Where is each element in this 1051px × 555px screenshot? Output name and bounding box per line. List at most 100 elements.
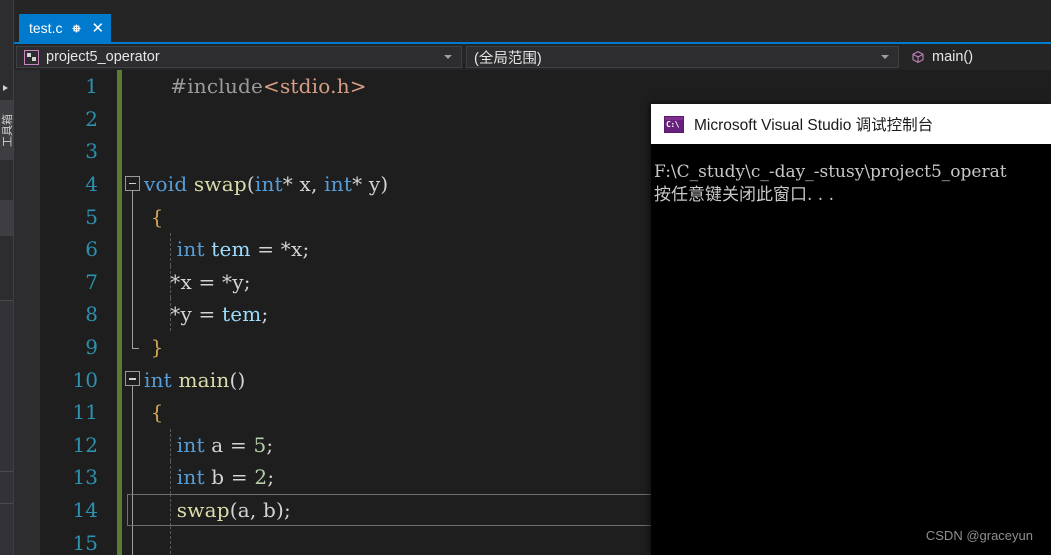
token: * [352, 172, 369, 197]
code-line-text: swap(a, b); [144, 498, 291, 522]
fold-column[interactable] [122, 265, 144, 299]
fold-collapse-icon[interactable] [125, 371, 140, 387]
token: x [180, 269, 192, 294]
tab-strip: test.c ✕ [14, 0, 1051, 42]
token: () [229, 367, 246, 392]
token: ; [243, 269, 251, 294]
chevron-down-icon[interactable] [444, 55, 452, 59]
code-line-text: void swap(int* x, int* y) [144, 172, 388, 196]
fold-column[interactable] [122, 461, 144, 494]
vertical-tool-tab-secondary[interactable] [0, 200, 13, 236]
token: = [223, 432, 254, 457]
token: b [262, 498, 276, 523]
pin-icon[interactable] [70, 22, 83, 35]
navigation-bar: project5_operator (全局范围) main() [14, 42, 1051, 70]
fold-guide-line [132, 493, 133, 527]
fold-guide-line [132, 232, 133, 266]
fold-column[interactable] [122, 70, 144, 103]
line-number: 10 [72, 367, 98, 392]
fold-column[interactable] [122, 330, 144, 364]
watermark: CSDN @graceyun [925, 528, 1033, 543]
token: { [150, 204, 164, 229]
project-dropdown[interactable]: project5_operator [16, 46, 462, 68]
token: #include [170, 74, 263, 99]
fold-column[interactable] [122, 168, 144, 201]
scope-name: (全局范围) [474, 50, 542, 67]
token: a [237, 498, 250, 523]
token: } [150, 335, 164, 360]
member-dropdown[interactable]: main() [903, 46, 1049, 68]
token: swap [193, 172, 247, 197]
line-number: 2 [85, 106, 98, 131]
fold-column[interactable] [122, 135, 144, 168]
console-app-icon [664, 115, 684, 133]
fold-guide-line [132, 428, 133, 462]
fold-guide-line [132, 200, 133, 233]
fold-column[interactable] [122, 363, 144, 396]
chevron-right-icon[interactable] [3, 85, 8, 91]
chevron-down-icon[interactable] [881, 55, 889, 59]
indent-guide [170, 493, 171, 527]
token: = [191, 302, 223, 327]
fold-column[interactable] [122, 526, 144, 555]
fold-guide-line [132, 526, 133, 555]
fold-column[interactable] [122, 232, 144, 266]
line-number: 4 [85, 172, 98, 197]
project-name: project5_operator [46, 49, 160, 65]
divider [0, 503, 13, 504]
code-line[interactable]: 1 #include<stdio.h> [14, 70, 1051, 103]
token: b [211, 465, 225, 490]
method-cube-icon [911, 50, 925, 64]
code-line-text: int tem = *x; [144, 237, 309, 261]
token: int [144, 367, 172, 392]
token: void [144, 172, 188, 197]
fold-column[interactable] [122, 200, 144, 233]
indent-guide [170, 298, 171, 331]
token: ; [266, 432, 274, 457]
vs-editor-window: 工具箱 test.c ✕ project5_operator (全局范围) ma… [0, 0, 1051, 555]
token: x [291, 237, 303, 262]
token: * [144, 302, 181, 327]
member-name: main() [932, 49, 974, 65]
fold-guide-line [132, 298, 133, 331]
fold-column[interactable] [122, 395, 144, 429]
token: <stdio.h> [263, 74, 367, 99]
console-output[interactable]: F:\C_study\c_-day_-stusy\project5_operat… [651, 144, 1051, 555]
fold-guide-line [132, 461, 133, 494]
token: 5 [253, 432, 267, 457]
token: int [176, 465, 205, 490]
left-strip-filler [0, 300, 13, 555]
token: int [176, 237, 205, 262]
token: ) [380, 172, 389, 197]
scope-dropdown[interactable]: (全局范围) [466, 46, 899, 68]
console-title-text: Microsoft Visual Studio 调试控制台 [694, 117, 934, 134]
fold-collapse-icon[interactable] [125, 175, 140, 191]
token: tem [211, 237, 251, 262]
divider [0, 471, 13, 472]
tab-label: test.c [29, 20, 63, 36]
indent-guide [170, 232, 171, 266]
token: int [176, 432, 205, 457]
console-title-bar[interactable]: Microsoft Visual Studio 调试控制台 [651, 104, 1051, 144]
token: ; [267, 465, 275, 490]
fold-column[interactable] [122, 493, 144, 527]
token: = * [191, 269, 233, 294]
fold-column[interactable] [122, 103, 144, 136]
close-icon[interactable]: ✕ [91, 21, 104, 36]
debug-console-window[interactable]: Microsoft Visual Studio 调试控制台 F:\C_study… [651, 104, 1051, 555]
code-line-text: { [144, 400, 164, 424]
token: ( [229, 498, 238, 523]
token: ( [246, 172, 255, 197]
token: ; [302, 237, 310, 262]
fold-column[interactable] [122, 428, 144, 462]
tab-test-c[interactable]: test.c ✕ [19, 14, 112, 42]
token: * [144, 269, 181, 294]
code-line-text: int b = 2; [144, 465, 274, 489]
fold-column[interactable] [122, 298, 144, 331]
token: int [254, 172, 283, 197]
left-tool-strip [0, 0, 14, 555]
